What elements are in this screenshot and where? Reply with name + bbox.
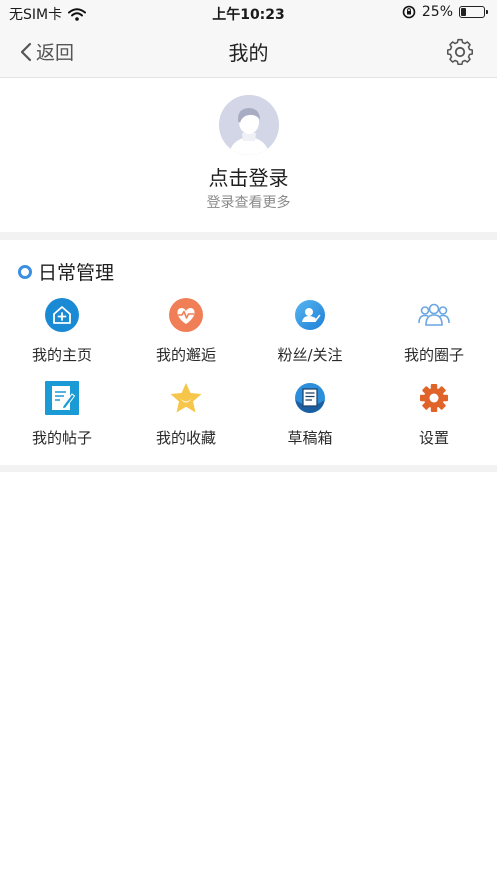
- menu-item-fans-follow[interactable]: 粉丝/关注: [248, 298, 372, 378]
- battery-icon: [459, 6, 488, 18]
- avatar[interactable]: [219, 95, 279, 155]
- menu-label: 我的主页: [31, 346, 92, 364]
- section-header: 日常管理: [18, 258, 114, 285]
- status-bar: 无SIM卡 上午10:23 25%: [0, 0, 497, 26]
- fans-icon: [295, 300, 325, 330]
- section-bottom-divider: [0, 465, 497, 472]
- home-icon: [45, 298, 79, 332]
- menu-item-favorites[interactable]: 我的收藏: [124, 381, 248, 461]
- menu-label: 设置: [418, 429, 449, 447]
- gear-icon: [420, 384, 448, 412]
- menu-label: 我的帖子: [31, 429, 92, 447]
- menu-label: 我的收藏: [155, 429, 216, 447]
- group-icon: [418, 303, 450, 326]
- heart-pulse-icon: [169, 298, 203, 332]
- section-title: 日常管理: [38, 262, 115, 284]
- login-hint: 登录查看更多: [206, 195, 291, 211]
- menu-item-posts[interactable]: 我的帖子: [0, 381, 124, 461]
- profile-card: 点击登录 登录查看更多: [0, 78, 497, 232]
- menu-item-drafts[interactable]: 草稿箱: [248, 381, 372, 461]
- battery-level: [461, 8, 466, 16]
- post-edit-icon: [45, 381, 79, 415]
- menu-label: 我的邂逅: [155, 346, 216, 364]
- menu-label: 粉丝/关注: [277, 346, 343, 364]
- drafts-icon: [295, 383, 325, 413]
- menu-item-circles[interactable]: 我的圈子: [372, 298, 496, 378]
- nav-bar: 返回 我的: [0, 26, 497, 78]
- status-right: 25%: [402, 4, 488, 20]
- login-link[interactable]: 点击登录: [0, 162, 497, 191]
- menu-label: 草稿箱: [287, 429, 333, 447]
- battery-percent: 25%: [421, 4, 453, 20]
- menu-label: 我的圈子: [403, 346, 464, 364]
- section-divider: [0, 232, 497, 240]
- page-title: 我的: [228, 41, 269, 65]
- menu-item-settings[interactable]: 设置: [372, 381, 496, 461]
- star-icon: [170, 383, 202, 413]
- menu-item-encounters[interactable]: 我的邂逅: [124, 298, 248, 378]
- orientation-lock-icon: [402, 5, 416, 19]
- menu-item-homepage[interactable]: 我的主页: [0, 298, 124, 378]
- default-user-icon: [219, 95, 279, 155]
- settings-gear-icon[interactable]: [445, 37, 475, 67]
- section-bullet-icon: [18, 264, 32, 279]
